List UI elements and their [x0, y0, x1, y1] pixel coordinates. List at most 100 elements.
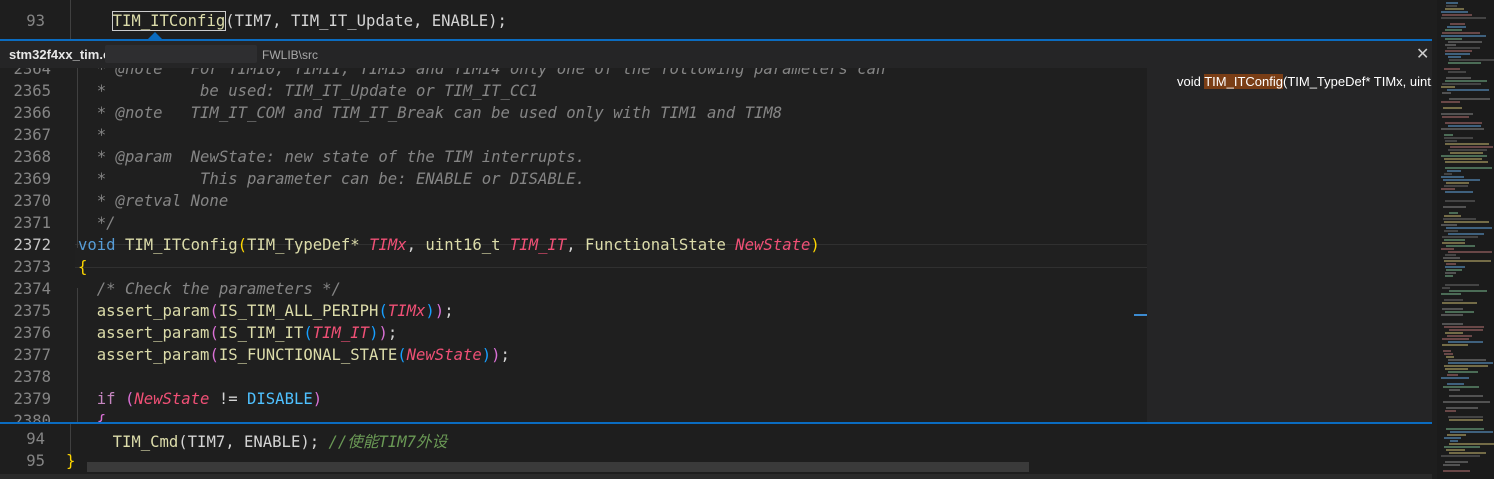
- close-brace: }: [66, 452, 76, 470]
- minimap-line: [1448, 71, 1466, 73]
- horizontal-scrollbar[interactable]: [87, 462, 1029, 472]
- minimap-line: [1449, 290, 1487, 292]
- line-number: 2364: [13, 68, 51, 78]
- minimap-line: [1441, 155, 1487, 157]
- minimap-line: [1442, 308, 1463, 310]
- minimap-line: [1445, 38, 1462, 40]
- minimap-line: [1445, 191, 1473, 193]
- code-comment: * @note TIM_IT_COM and TIM_IT_Break can …: [78, 104, 783, 122]
- line-number: 2376: [13, 324, 51, 342]
- minimap-line: [1445, 161, 1488, 163]
- minimap-line: [1448, 125, 1481, 127]
- code-comment: * @note For TIM10, TIM11, TIM13 and TIM1…: [78, 68, 886, 78]
- peek-file-path: FWLIB\src: [262, 48, 318, 62]
- minimap-line: [1448, 359, 1486, 361]
- line-number: 2368: [13, 148, 51, 166]
- minimap-line: [1443, 218, 1476, 220]
- minimap-line: [1445, 275, 1453, 277]
- minimap-line: [1441, 86, 1455, 88]
- minimap-line: [1449, 389, 1460, 391]
- minimap[interactable]: [1437, 0, 1494, 479]
- minimap-line: [1441, 188, 1455, 190]
- minimap-line: [1443, 470, 1470, 472]
- minimap-line: [1443, 350, 1451, 352]
- code-line-94[interactable]: TIM_Cmd(TIM7, ENABLE); //使能TIM7外设: [75, 430, 448, 452]
- minimap-line: [1441, 377, 1469, 379]
- minimap-line: [1445, 272, 1456, 274]
- minimap-line: [1450, 440, 1458, 442]
- minimap-line: [1447, 374, 1458, 376]
- minimap-line: [1445, 140, 1457, 142]
- minimap-line: [1447, 26, 1466, 28]
- minimap-line: [1449, 443, 1494, 445]
- minimap-line: [1446, 227, 1492, 229]
- minimap-line: [1445, 143, 1489, 145]
- minimap-line: [1447, 47, 1480, 49]
- minimap-line: [1442, 236, 1478, 238]
- minimap-line: [1446, 449, 1465, 451]
- minimap-line: [1442, 323, 1463, 325]
- assert-line: assert_param(IS_TIM_ALL_PERIPH(TIMx));: [96, 302, 454, 320]
- minimap-line: [1446, 407, 1478, 409]
- minimap-line: [1446, 356, 1454, 358]
- minimap-line: [1444, 137, 1473, 139]
- minimap-line: [1444, 173, 1452, 175]
- minimap-line: [1444, 260, 1491, 262]
- minimap-line: [1447, 434, 1466, 436]
- minimap-line: [1443, 401, 1490, 403]
- assert-line: assert_param(IS_FUNCTIONAL_STATE(NewStat…: [96, 346, 510, 364]
- peek-reference-list[interactable]: void TIM_ITConfig(TIM_TypeDef* TIMx, uin…: [1147, 68, 1437, 423]
- minimap-line: [1444, 326, 1484, 328]
- minimap-line: [1445, 332, 1463, 334]
- minimap-line: [1444, 215, 1461, 217]
- code-comment: * @param NewState: new state of the TIM …: [78, 148, 585, 166]
- minimap-line: [1448, 56, 1461, 58]
- line-number: 2379: [13, 390, 51, 408]
- minimap-line: [1445, 53, 1470, 55]
- line-number: 2371: [13, 214, 51, 232]
- minimap-line: [1441, 176, 1464, 178]
- minimap-line: [1449, 329, 1483, 331]
- minimap-line: [1443, 386, 1479, 388]
- minimap-line: [1448, 251, 1492, 253]
- minimap-line: [1446, 2, 1458, 4]
- minimap-line: [1441, 35, 1486, 37]
- minimap-line: [1444, 134, 1453, 136]
- minimap-line: [1442, 32, 1480, 34]
- minimap-line: [1441, 11, 1468, 13]
- peek-symbol[interactable]: TIM_ITConfig: [111, 11, 227, 31]
- minimap-line: [1445, 167, 1492, 169]
- line-number: 2369: [13, 170, 51, 188]
- minimap-line: [1446, 182, 1469, 184]
- minimap-line: [1446, 5, 1457, 7]
- line-number: 2375: [13, 302, 51, 320]
- minimap-line: [1448, 41, 1482, 43]
- minimap-line: [1441, 17, 1486, 19]
- minimap-line: [1449, 395, 1483, 397]
- minimap-line: [1446, 263, 1456, 265]
- minimap-line: [1450, 431, 1493, 433]
- minimap-line: [1443, 107, 1462, 109]
- peek-editor[interactable]: 2364 2365 2366 2367 2368 2369 2370 2371 …: [0, 68, 1147, 423]
- minimap-line: [1447, 89, 1489, 91]
- minimap-line: [1444, 365, 1488, 367]
- minimap-line: [1450, 23, 1465, 25]
- line-number: 2373: [13, 258, 51, 276]
- scroll-marker: [1134, 314, 1147, 316]
- minimap-line: [1444, 299, 1463, 301]
- peek-file-title[interactable]: stm32f4xx_tim.c: [9, 47, 110, 62]
- reference-item[interactable]: void TIM_ITConfig(TIM_TypeDef* TIMx, uin…: [1177, 74, 1437, 89]
- minimap-line: [1443, 206, 1466, 208]
- minimap-line: [1445, 44, 1456, 46]
- minimap-line: [1442, 302, 1477, 304]
- minimap-line: [1441, 224, 1457, 226]
- minimap-line: [1448, 371, 1478, 373]
- minimap-line: [1448, 233, 1484, 235]
- minimap-line: [1448, 416, 1483, 418]
- line-number: 2367: [13, 126, 51, 144]
- code-line-93[interactable]: TIM_ITConfig(TIM7, TIM_IT_Update, ENABLE…: [75, 11, 507, 31]
- minimap-line: [1448, 341, 1483, 343]
- minimap-line: [1445, 50, 1472, 52]
- close-icon[interactable]: ✕: [1416, 44, 1429, 64]
- minimap-line: [1444, 221, 1489, 223]
